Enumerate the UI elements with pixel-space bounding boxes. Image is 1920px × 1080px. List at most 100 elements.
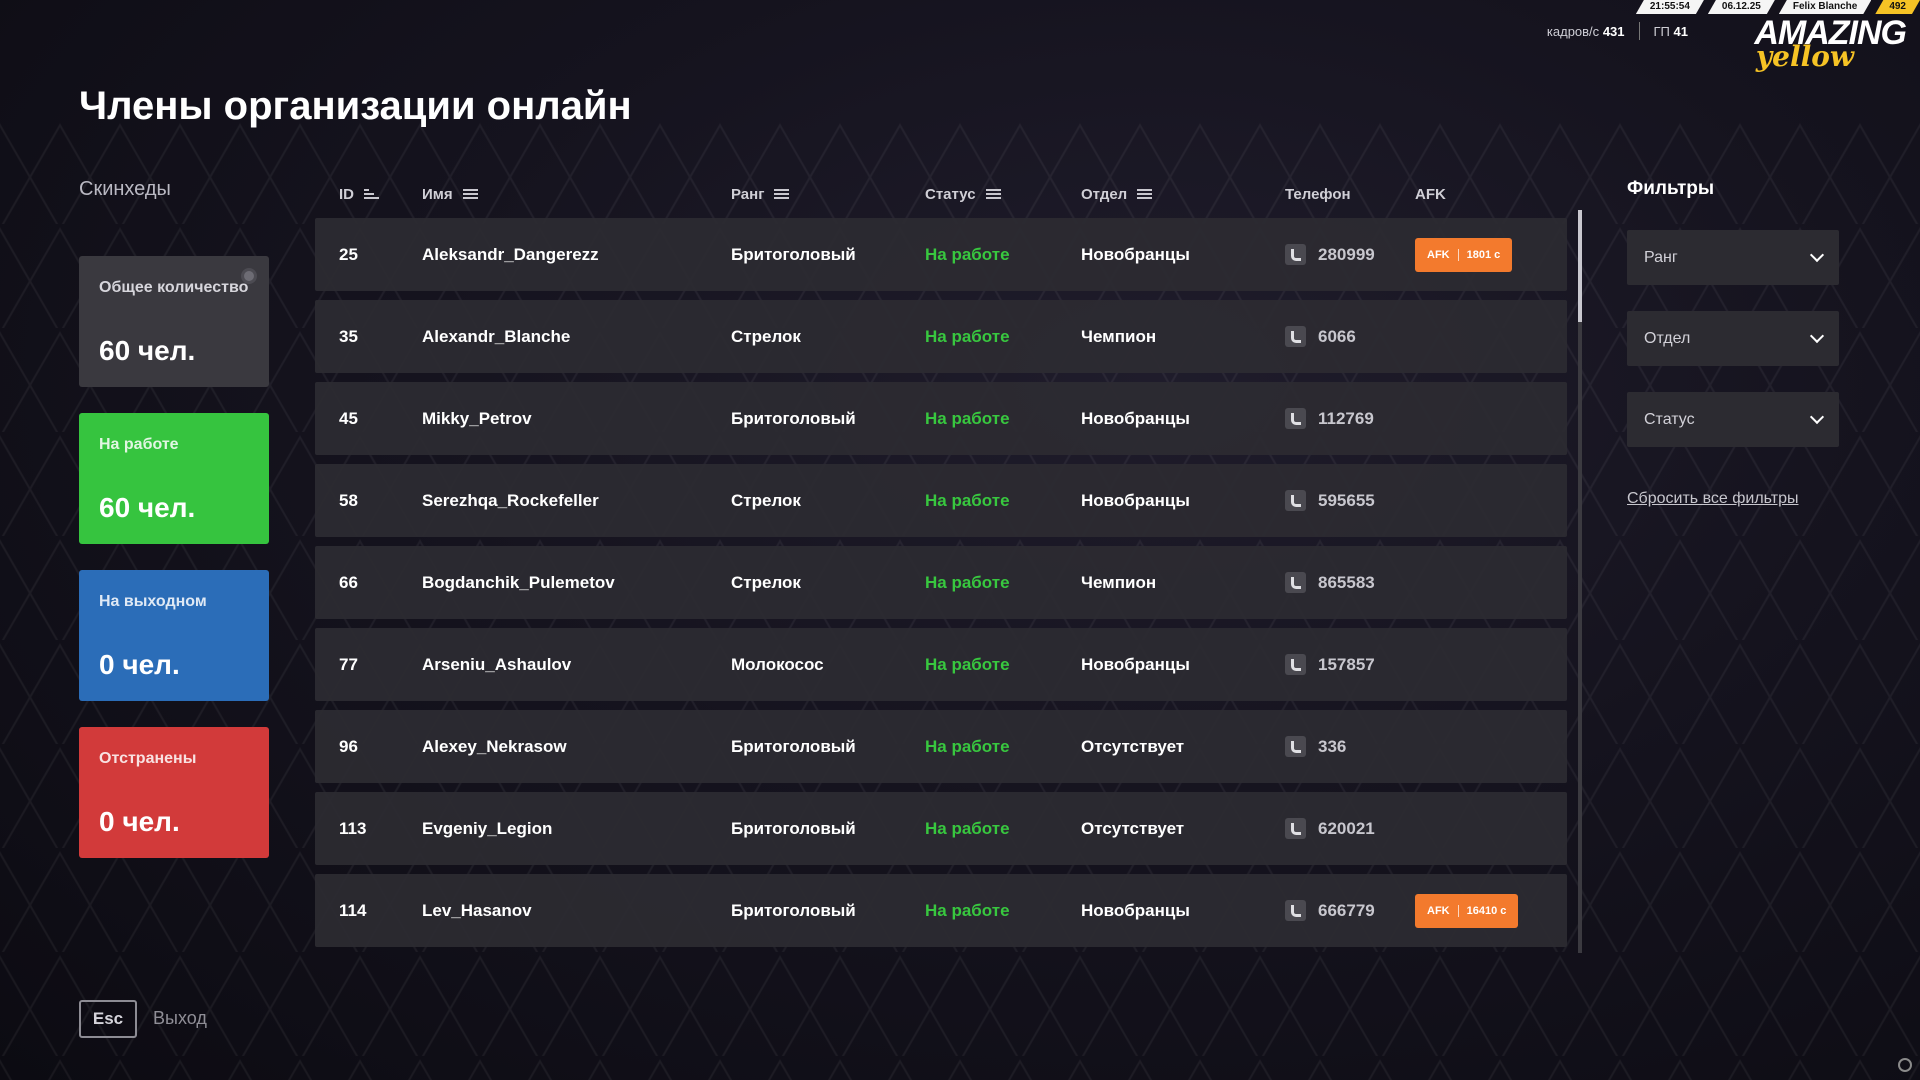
table-row[interactable]: 58 Serezhqa_Rockefeller Стрелок На работ…: [315, 464, 1567, 537]
stat-card-value: 0 чел.: [99, 806, 180, 837]
member-dept: Чемпион: [1081, 327, 1157, 346]
member-status: На работе: [925, 901, 1010, 920]
sort-icon[interactable]: [462, 189, 478, 200]
filter-status-select[interactable]: Статус: [1627, 392, 1839, 447]
stat-card-label: На выходном: [99, 593, 207, 610]
member-rank: Молокосос: [731, 655, 824, 674]
chevron-down-icon: [1809, 328, 1825, 343]
phone-icon: [1285, 818, 1306, 839]
member-phone: 595655: [1285, 464, 1375, 537]
table-row[interactable]: 25 Aleksandr_Dangerezz Бритоголовый На р…: [315, 218, 1567, 291]
member-id: 113: [339, 819, 367, 838]
member-dept: Новобранцы: [1081, 901, 1190, 920]
organization-name: Скинхеды: [79, 178, 171, 200]
column-header-dept[interactable]: Отдел: [1081, 186, 1153, 203]
member-status: На работе: [925, 245, 1010, 264]
member-dept: Новобранцы: [1081, 409, 1190, 428]
table-row[interactable]: 35 Alexandr_Blanche Стрелок На работе Че…: [315, 300, 1567, 373]
hud-date: 06.12.25: [1708, 0, 1775, 14]
member-name: Mikky_Petrov: [422, 409, 532, 428]
server-logo: AMAZING yellow: [1720, 14, 1907, 73]
info-icon[interactable]: [241, 268, 257, 284]
table-header: ID Имя Ранг Статус Отдел Телефон AFK: [315, 186, 1565, 208]
phone-icon: [1285, 326, 1306, 347]
member-id: 25: [339, 245, 358, 264]
filters-title: Фильтры: [1627, 178, 1715, 199]
member-status: На работе: [925, 491, 1010, 510]
chevron-down-icon: [1809, 247, 1825, 262]
stat-card-day-off[interactable]: На выходном 0 чел.: [79, 570, 269, 701]
member-id: 77: [339, 655, 358, 674]
member-rank: Бритоголовый: [731, 737, 856, 756]
member-name: Alexey_Nekrasow: [422, 737, 567, 756]
phone-icon: [1285, 736, 1306, 757]
stat-card-label: Общее количество: [99, 279, 249, 296]
stat-card-label: Отстранены: [99, 750, 197, 767]
column-header-phone: Телефон: [1285, 186, 1351, 203]
member-rank: Бритоголовый: [731, 409, 856, 428]
fps-readout: кадров/с 431: [1546, 23, 1625, 39]
stat-card-at-work[interactable]: На работе 60 чел.: [79, 413, 269, 544]
afk-badge: AFK 16410 с: [1415, 894, 1519, 928]
column-header-id[interactable]: ID: [339, 186, 379, 203]
gp-readout: ГП 41: [1653, 23, 1688, 39]
member-phone: 280999: [1285, 218, 1375, 291]
table-row[interactable]: 66 Bogdanchik_Pulemetov Стрелок На работ…: [315, 546, 1567, 619]
member-phone: 336: [1285, 710, 1346, 783]
stat-card-suspended[interactable]: Отстранены 0 чел.: [79, 727, 269, 858]
member-phone: 666779: [1285, 874, 1375, 947]
column-header-name[interactable]: Имя: [422, 186, 478, 203]
chevron-down-icon: [1809, 409, 1825, 424]
sort-icon[interactable]: [1137, 189, 1153, 200]
stat-card-value: 0 чел.: [99, 649, 180, 680]
esc-button[interactable]: Esc: [79, 1000, 137, 1038]
phone-icon: [1285, 900, 1306, 921]
member-id: 96: [339, 737, 358, 756]
exit-label[interactable]: Выход: [153, 1008, 207, 1029]
sort-icon[interactable]: [774, 189, 790, 200]
afk-badge: AFK 1801 с: [1415, 238, 1513, 272]
member-status: На работе: [925, 737, 1010, 756]
table-row[interactable]: 114 Lev_Hasanov Бритоголовый На работе Н…: [315, 874, 1567, 947]
hud-top-bar: 21:55:54 06.12.25 Felix Blanche 492: [1632, 0, 1920, 14]
member-status: На работе: [925, 819, 1010, 838]
table-scrollbar[interactable]: [1578, 210, 1582, 953]
table-row[interactable]: 77 Arseniu_Ashaulov Молокосос На работе …: [315, 628, 1567, 701]
column-header-rank[interactable]: Ранг: [731, 186, 790, 203]
member-status: На работе: [925, 573, 1010, 592]
scrollbar-thumb[interactable]: [1578, 210, 1582, 322]
column-header-status[interactable]: Статус: [925, 186, 1001, 203]
stat-card-total[interactable]: Общее количество 60 чел.: [79, 256, 269, 387]
member-id: 58: [339, 491, 358, 510]
member-name: Alexandr_Blanche: [422, 327, 571, 346]
member-name: Bogdanchik_Pulemetov: [422, 573, 615, 592]
reset-filters-link[interactable]: Сбросить все фильтры: [1627, 490, 1798, 508]
stat-card-label: На работе: [99, 436, 179, 453]
member-rank: Бритоголовый: [731, 819, 856, 838]
table-row[interactable]: 96 Alexey_Nekrasow Бритоголовый На работ…: [315, 710, 1567, 783]
sort-ascending-icon[interactable]: [364, 189, 379, 200]
sort-icon[interactable]: [985, 189, 1001, 200]
member-id: 114: [339, 901, 367, 920]
member-rank: Бритоголовый: [731, 245, 856, 264]
member-dept: Отсутствует: [1081, 737, 1185, 756]
logo-subtext: yellow: [1755, 40, 1854, 73]
table-row[interactable]: 45 Mikky_Petrov Бритоголовый На работе Н…: [315, 382, 1567, 455]
member-rank: Стрелок: [731, 491, 801, 510]
hud-player: Felix Blanche: [1779, 0, 1871, 14]
stat-card-value: 60 чел.: [99, 335, 196, 366]
member-rank: Стрелок: [731, 573, 801, 592]
phone-icon: [1285, 408, 1306, 429]
member-id: 35: [339, 327, 358, 346]
filter-rank-select[interactable]: Ранг: [1627, 230, 1839, 285]
member-name: Serezhqa_Rockefeller: [422, 491, 599, 510]
filter-dept-select[interactable]: Отдел: [1627, 311, 1839, 366]
member-rank: Бритоголовый: [731, 901, 856, 920]
hud-counter: 492: [1875, 0, 1920, 14]
member-rank: Стрелок: [731, 327, 801, 346]
table-row[interactable]: 113 Evgeniy_Legion Бритоголовый На работ…: [315, 792, 1567, 865]
member-phone: 6066: [1285, 300, 1356, 373]
member-phone: 865583: [1285, 546, 1375, 619]
hud-time: 21:55:54: [1636, 0, 1704, 14]
phone-icon: [1285, 244, 1306, 265]
